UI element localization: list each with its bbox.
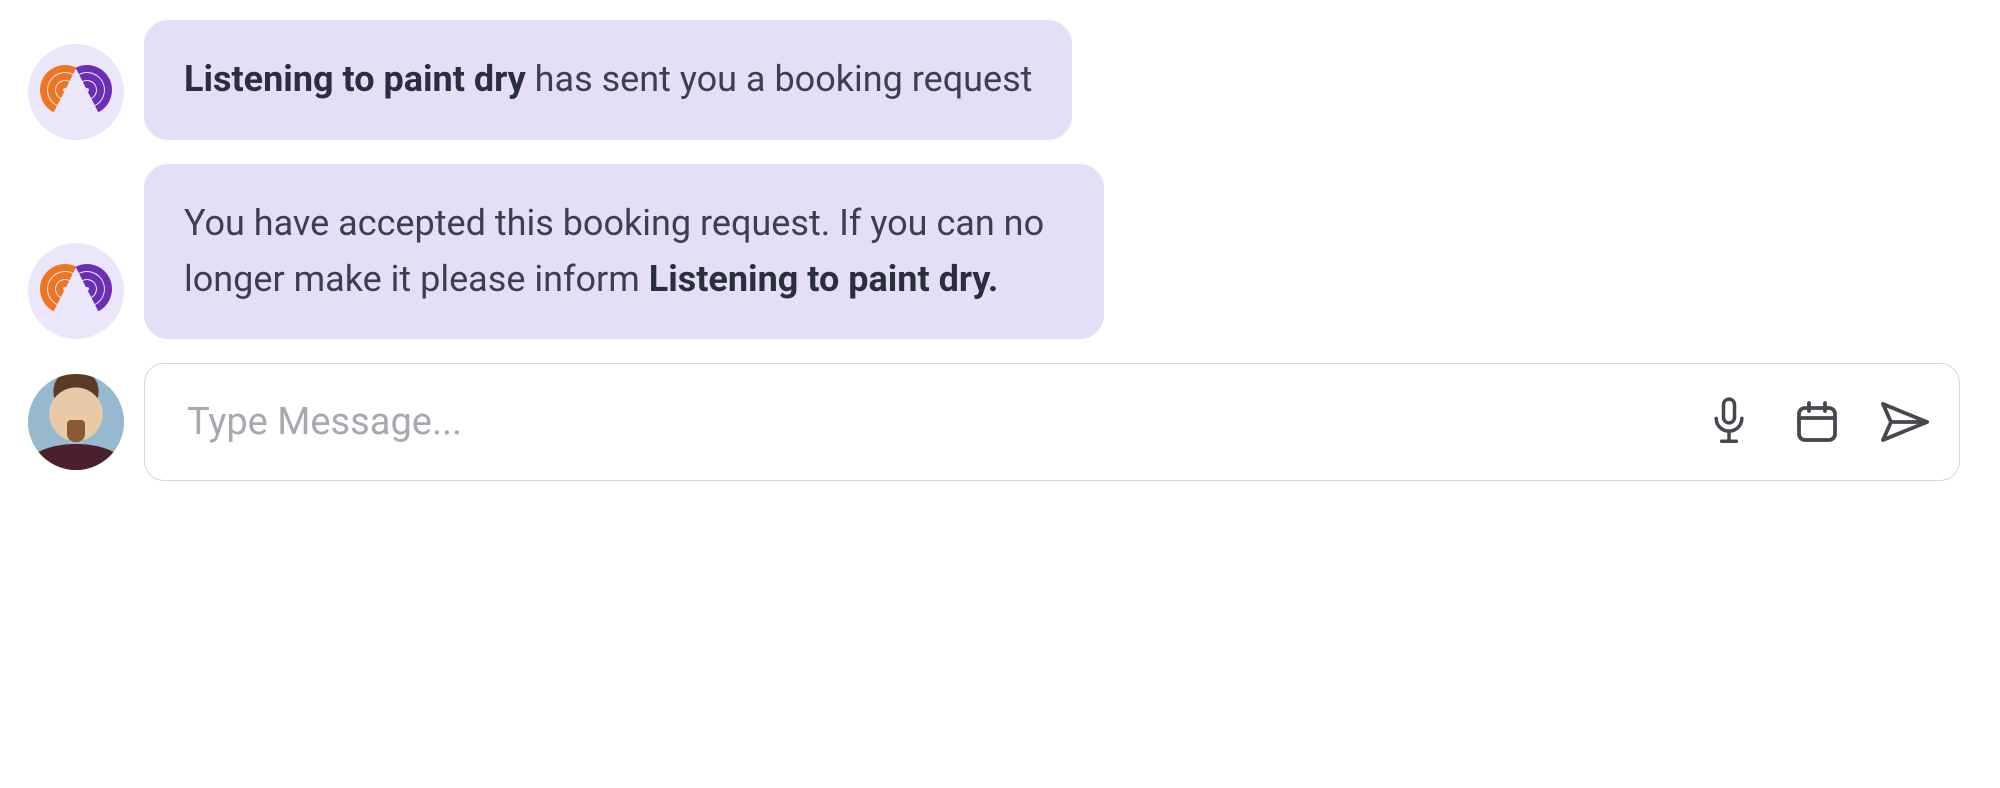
compose-box[interactable] <box>144 363 1960 481</box>
message-text: has sent you a booking request <box>526 58 1033 100</box>
send-icon[interactable] <box>1879 396 1931 448</box>
message-text-bold: Listening to paint dry. <box>649 258 999 300</box>
message-text-bold: Listening to paint dry <box>184 58 526 100</box>
system-avatar <box>28 243 124 339</box>
system-avatar <box>28 44 124 140</box>
compose-row <box>20 363 1960 481</box>
compose-actions <box>1687 396 1931 448</box>
microphone-icon[interactable] <box>1703 396 1755 448</box>
message-bubble: Listening to paint dry has sent you a bo… <box>144 20 1072 140</box>
avatar-photo <box>28 374 124 470</box>
brand-logo-icon <box>48 266 104 316</box>
calendar-icon[interactable] <box>1791 396 1843 448</box>
chat-thread: Listening to paint dry has sent you a bo… <box>0 0 2000 501</box>
message-input[interactable] <box>185 399 1687 445</box>
message-bubble: You have accepted this booking request. … <box>144 164 1104 340</box>
message-row: You have accepted this booking request. … <box>20 164 1960 340</box>
message-row: Listening to paint dry has sent you a bo… <box>20 20 1960 140</box>
user-avatar[interactable] <box>28 374 124 470</box>
brand-logo-icon <box>48 67 104 117</box>
